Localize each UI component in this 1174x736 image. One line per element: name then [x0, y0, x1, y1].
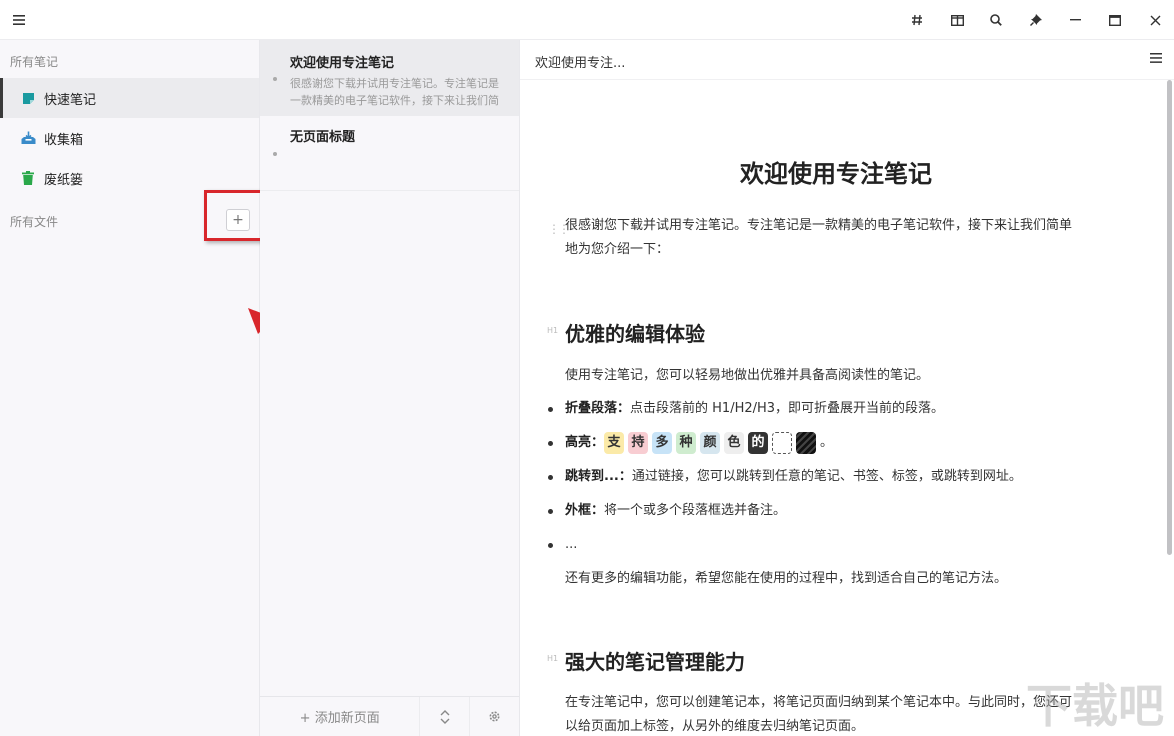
maximize-icon[interactable]: [1096, 0, 1134, 40]
list-item[interactable]: 外框： 将一个或多个段落框选并备注。: [565, 501, 786, 521]
bullet-icon: [548, 509, 553, 514]
highlight-chip: 多: [652, 432, 673, 454]
highlight-chip: 种: [676, 432, 697, 454]
highlight-chip: 颜: [700, 432, 721, 454]
hatched-swatch: [796, 432, 817, 454]
editor-menu-icon[interactable]: [1150, 52, 1162, 67]
divider: [260, 190, 519, 191]
list-item[interactable]: 欢迎使用专注笔记 很感谢您下载并试用专注笔记。专注笔记是一款精美的电子笔记软件，…: [260, 40, 519, 116]
list-item-text: 将一个或多个段落框选并备注。: [604, 503, 787, 518]
all-notes-heading: 所有笔记: [10, 55, 59, 69]
section-heading[interactable]: 强大的笔记管理能力: [565, 646, 745, 675]
list-item-label: 折叠段落：: [565, 401, 631, 416]
list-item-text: ...: [565, 537, 578, 552]
notes-footer: + 添加新页面: [260, 696, 519, 736]
highlight-chip: 支: [604, 432, 625, 454]
list-item-text: 通过链接，您可以跳转到任意的笔记、书签、标签，或跳转到网址。: [631, 469, 1022, 484]
highlight-chip: 色: [724, 432, 745, 454]
note-dot-icon: [273, 77, 277, 81]
notes-list: 欢迎使用专注笔记 很感谢您下载并试用专注笔记。专注笔记是一款精美的电子笔记软件，…: [260, 40, 520, 736]
list-item[interactable]: 无页面标题: [260, 114, 519, 190]
list-item-highlight[interactable]: 高亮： 支持多种颜色的 。: [565, 432, 833, 454]
note-title: 无页面标题: [290, 130, 356, 145]
hashtag-icon[interactable]: [898, 0, 936, 40]
list-item[interactable]: ...: [565, 535, 577, 555]
watermark-logo: 下载吧: [1026, 679, 1164, 733]
list-item-label: 跳转到...：: [565, 469, 632, 484]
list-item[interactable]: 跳转到...： 通过链接，您可以跳转到任意的笔记、书签、标签，或跳转到网址。: [565, 467, 1022, 487]
intro-line: 地为您介绍一下：: [565, 242, 670, 257]
heading-level-tag[interactable]: H1: [547, 654, 558, 663]
title-bar: [0, 0, 1174, 40]
breadcrumb: 欢迎使用专注...: [535, 56, 626, 71]
sort-icon[interactable]: [419, 696, 469, 736]
list-item-text: 点击段落前的 H1/H2/H3，即可折叠展开当前的段落。: [630, 401, 945, 416]
sidebar: 所有笔记 快速笔记 收集箱 废纸篓 所有文件 +: [0, 40, 350, 736]
inbox-icon: [20, 130, 36, 146]
trash-icon: [20, 170, 36, 186]
close-icon[interactable]: [1136, 0, 1174, 40]
sidebar-item-quick-notes[interactable]: 快速笔记: [0, 78, 259, 118]
outline-box-swatch: [772, 432, 793, 454]
sidebar-item-inbox[interactable]: 收集箱: [0, 118, 259, 158]
layout-columns-icon[interactable]: [938, 0, 976, 40]
list-item-label: 外框：: [565, 503, 605, 518]
list-item-text: 。: [820, 435, 834, 450]
note-snippet: 很感谢您下载并试用专注笔记。专注笔记是一款精美的电子笔记软件，接下来让我们简单…: [290, 77, 499, 107]
search-icon[interactable]: [977, 0, 1015, 40]
add-page-button[interactable]: + 添加新页面: [260, 707, 419, 726]
bullet-icon: [548, 441, 553, 446]
highlight-chips: 支持多种颜色的: [604, 432, 772, 454]
highlight-chip: 持: [628, 432, 649, 454]
list-item[interactable]: 折叠段落： 点击段落前的 H1/H2/H3，即可折叠展开当前的段落。: [565, 399, 944, 419]
list-item-label: 高亮：: [565, 435, 605, 450]
highlight-chip: 的: [748, 432, 769, 454]
section-heading[interactable]: 优雅的编辑体验: [565, 318, 705, 347]
heading-level-tag[interactable]: H1: [547, 326, 558, 335]
editor-header: 欢迎使用专注...: [520, 40, 1174, 80]
sidebar-item-label: 废纸篓: [44, 172, 84, 188]
intro-paragraph[interactable]: 很感谢您下载并试用专注笔记。专注笔记是一款精美的电子笔记软件，接下来让我们简单 …: [565, 214, 1125, 262]
pin-icon[interactable]: [1017, 0, 1055, 40]
paragraph[interactable]: 还有更多的编辑功能，希望您能在使用的过程中，找到适合自己的笔记方法。: [565, 567, 1125, 591]
bullet-icon: [548, 475, 553, 480]
editor-scrollbar[interactable]: [1167, 80, 1172, 555]
note-snippet: [290, 149, 509, 183]
intro-line: 很感谢您下载并试用专注笔记。专注笔记是一款精美的电子笔记软件，接下来让我们简单: [565, 218, 1073, 233]
bullet-icon: [548, 543, 553, 548]
note-title: 欢迎使用专注笔记: [290, 56, 395, 71]
hamburger-menu-icon[interactable]: [0, 0, 38, 40]
settings-gear-icon[interactable]: [469, 696, 519, 736]
quick-note-icon: [20, 90, 36, 106]
minimize-icon[interactable]: [1056, 0, 1094, 40]
document-title[interactable]: 欢迎使用专注笔记: [740, 154, 932, 189]
paragraph[interactable]: 使用专注笔记，您可以轻易地做出优雅并具备高阅读性的笔记。: [565, 364, 1125, 388]
bullet-icon: [548, 407, 553, 412]
sidebar-item-label: 快速笔记: [44, 92, 97, 108]
sidebar-item-label: 收集箱: [44, 132, 84, 148]
all-files-heading: 所有文件: [10, 215, 59, 229]
note-dot-icon: [273, 152, 277, 156]
editor: 欢迎使用专注... 欢迎使用专注笔记 ⋮⋮ 很感谢您下载并试用专注笔记。专注笔记…: [520, 40, 1174, 736]
